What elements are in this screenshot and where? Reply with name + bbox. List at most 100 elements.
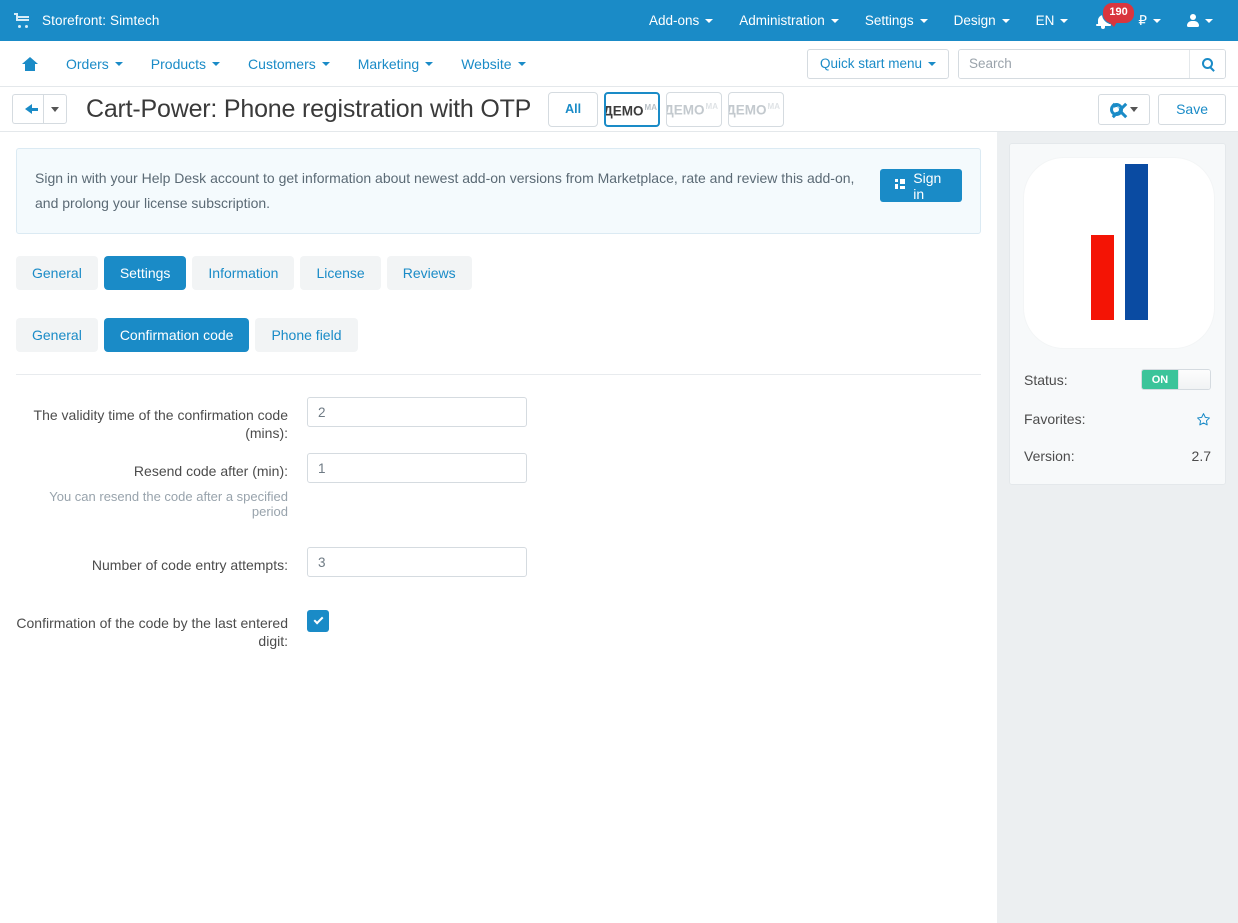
field-row-validity: The validity time of the confirmation co… [16,397,981,442]
notifications-button[interactable]: 190 [1081,0,1135,41]
demo-text: ДЕМО [666,102,705,117]
validity-input[interactable] [307,397,527,427]
currency-label: ₽ [1138,12,1147,28]
favorites-value [1196,412,1211,427]
top-menu-addons[interactable]: Add-ons [636,0,726,41]
storefront-tab-all-label: All [565,102,582,116]
search-input[interactable] [959,49,1189,78]
field-row-attempts: Number of code entry attempts: [16,547,981,577]
demo-text: ДЕМО [604,103,644,118]
top-menu-settings[interactable]: Settings [852,0,941,41]
star-outline-icon[interactable] [1196,412,1211,427]
nav-item-products[interactable]: Products [137,41,234,87]
search-box [958,48,1226,79]
validity-label: The validity time of the confirmation co… [33,407,288,441]
demo-text: ДЕМО [728,102,767,117]
storefront-tab-all[interactable]: All [548,91,599,127]
version-row: Version: 2.7 [1024,448,1211,464]
top-menu-addons-label: Add-ons [648,13,700,28]
status-toggle-label: ON [1142,370,1178,389]
quick-start-menu-label: Quick start menu [819,56,922,71]
version-value: 2.7 [1191,448,1211,464]
field-row-last-digit: Confirmation of the code by the last ent… [16,605,981,650]
top-menu-settings-label: Settings [864,13,914,28]
back-button-group [12,94,67,124]
tab-settings[interactable]: Settings [103,256,187,290]
subtab-general[interactable]: General [16,318,98,352]
top-menu-language[interactable]: EN [1023,0,1082,41]
storefront-tab-demo-3[interactable]: ДЕМОМА [728,91,785,127]
main-column: Sign in with your Help Desk account to g… [0,132,997,923]
nav-item-marketing[interactable]: Marketing [344,41,447,87]
storefront-tab-demo-1-label: ДЕМОМА [604,103,657,119]
storefront-brand[interactable]: Storefront: Simtech [0,13,159,28]
language-label: EN [1035,13,1055,28]
grid-icon [895,179,905,192]
subtab-phone-field[interactable]: Phone field [255,318,358,352]
tab-license[interactable]: License [300,256,381,290]
field-row-resend: Resend code after (min): [16,453,981,483]
back-button[interactable] [12,94,43,124]
addon-info-card: Status: ON Favorites: Version: 2.7 [1009,143,1226,485]
chevron-down-icon [1001,18,1010,23]
cart-icon [14,13,31,28]
home-icon[interactable] [22,56,38,71]
chevron-down-icon [51,106,59,112]
tab-general[interactable]: General [16,256,98,290]
nav-item-customers[interactable]: Customers [234,41,344,87]
helpdesk-notice-text: Sign in with your Help Desk account to g… [35,170,855,211]
storefront-tab-demo-2[interactable]: ДЕМОМА [666,91,723,127]
storefront-tab-demo-3-label: ДЕМОМА [728,101,780,118]
nav-item-orders[interactable]: Orders [52,41,137,87]
nav-products-label: Products [150,55,207,72]
attempts-control [307,547,981,577]
chevron-down-icon [830,18,839,23]
chevron-down-icon [705,18,714,23]
validity-control [307,397,981,427]
quick-start-menu-button[interactable]: Quick start menu [806,48,949,79]
addon-logo [1024,158,1214,348]
resend-input[interactable] [307,453,527,483]
nav-right-group: Quick start menu [806,48,1226,79]
main-nav: Orders Products Customers Marketing Webs… [0,41,1238,87]
top-menu-administration[interactable]: Administration [726,0,852,41]
status-toggle[interactable]: ON [1141,369,1211,390]
settings-dropdown-button[interactable] [1098,93,1151,125]
top-menu-design[interactable]: Design [941,0,1023,41]
save-button[interactable]: Save [1158,93,1226,125]
sign-in-button[interactable]: Sign in [880,169,962,202]
nav-orders-label: Orders [66,55,109,72]
chevron-down-icon [114,61,123,66]
chevron-down-icon [1130,106,1139,112]
attempts-input[interactable] [307,547,527,577]
storefront-tab-demo-1[interactable]: ДЕМОМА [604,91,661,127]
storefront-label: Storefront: Simtech [42,13,160,28]
account-menu[interactable] [1174,0,1226,41]
chevron-down-icon [928,61,936,66]
admin-page: Storefront: Simtech Add-ons Administrati… [0,0,1238,923]
storefront-switcher: All ДЕМОМА ДЕМОМА ДЕМОМА [548,91,790,127]
nav-item-website[interactable]: Website [447,41,539,87]
back-dropdown-button[interactable] [43,94,67,124]
settings-form: The validity time of the confirmation co… [16,375,981,650]
last-digit-label: Confirmation of the code by the last ent… [16,615,288,649]
favorites-label: Favorites: [1024,411,1086,427]
search-button[interactable] [1189,49,1225,78]
demo-sup: МА [767,101,780,111]
nav-marketing-label: Marketing [357,55,420,72]
attempts-label: Number of code entry attempts: [91,557,288,573]
status-row: Status: ON [1024,369,1211,390]
chevron-down-icon [321,61,330,66]
tab-reviews[interactable]: Reviews [386,256,472,290]
tab-information[interactable]: Information [192,256,295,290]
top-menu: Add-ons Administration Settings Design E… [636,0,1238,41]
subtab-confirmation-code[interactable]: Confirmation code [103,318,250,352]
nav-website-label: Website [461,55,512,72]
chevron-down-icon [919,18,928,23]
nav-customers-label: Customers [248,55,316,72]
last-digit-checkbox[interactable] [307,610,329,632]
top-menu-administration-label: Administration [739,13,825,28]
save-button-label: Save [1176,101,1208,117]
status-label: Status: [1024,371,1068,388]
notification-count-badge: 190 [1102,2,1135,27]
